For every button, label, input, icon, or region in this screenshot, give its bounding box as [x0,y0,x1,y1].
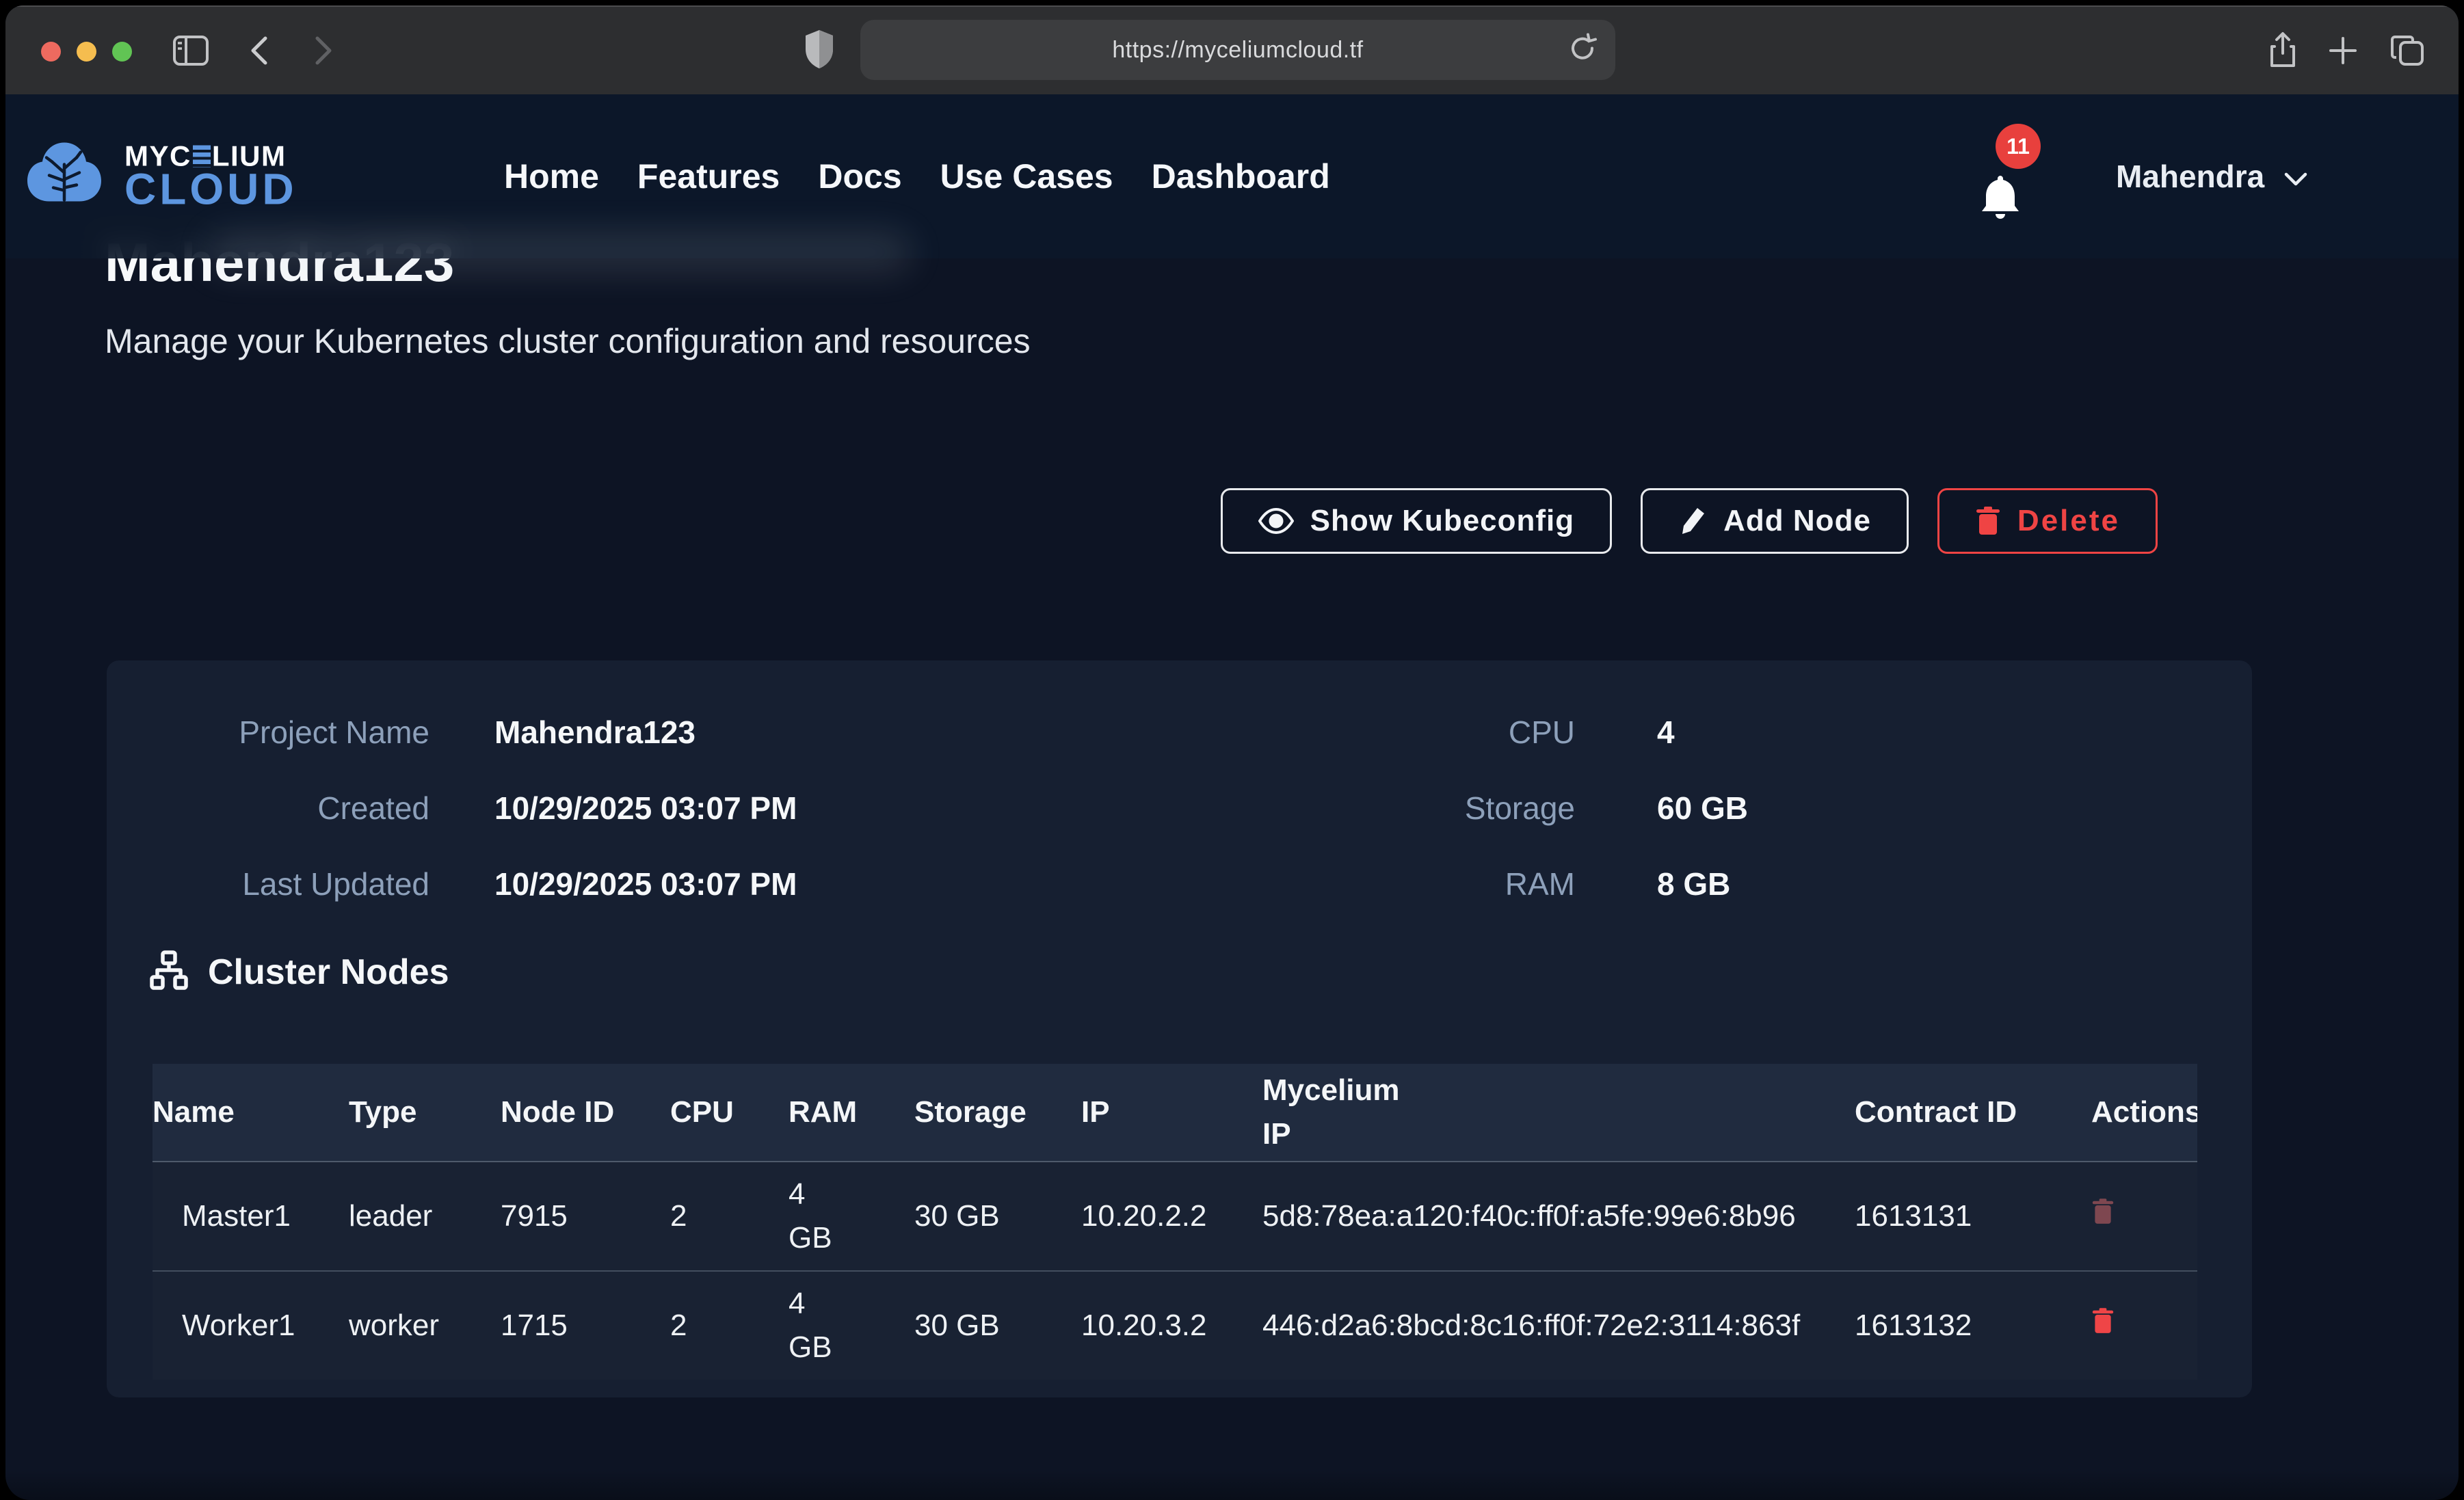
cluster-nodes-table: NameTypeNode IDCPURAMStorageIPMycelium I… [153,1064,2197,1380]
cell-storage: 30 GB [914,1162,1081,1271]
cell-contract-id: 1613131 [1855,1162,2064,1271]
nav-link[interactable]: Features [637,157,780,196]
detail-label: Last Updated [163,866,429,902]
cluster-actions: Show Kubeconfig Add Node [1221,488,2158,554]
cluster-details-left: Project Name Mahendra123 Created 10/29/2… [163,714,797,902]
cell-cpu: 2 [670,1271,789,1380]
user-name: Mahendra [2116,158,2264,195]
cluster-details-right: CPU 4 Storage 60 GB RAM 8 GB [1370,714,1748,902]
column-header: Node ID [501,1064,670,1162]
detail-value: 8 GB [1657,866,1748,902]
bell-icon [1979,213,2022,225]
detail-label: RAM [1370,866,1575,902]
table-row: Worker1 worker 1715 2 4 GB 30 GB 10.20.3… [153,1271,2197,1380]
detail-label: Storage [1370,790,1575,827]
show-kubeconfig-button[interactable]: Show Kubeconfig [1221,488,1613,554]
table-body: Master1 leader 7915 2 4 GB 30 GB 10.20.2… [153,1162,2197,1380]
cell-node-id: 7915 [501,1162,670,1271]
detail-value: Mahendra123 [494,714,797,751]
column-header: Type [349,1064,501,1162]
logo-e-bars-icon [193,146,211,168]
delete-label: Delete [2017,504,2120,538]
sitemap-icon [149,950,189,993]
add-node-label: Add Node [1723,504,1871,538]
table-row: Master1 leader 7915 2 4 GB 30 GB 10.20.2… [153,1162,2197,1271]
cell-mycelium-ip: 446:d2a6:8bcd:8c16:ff0f:72e2:3114:863f [1262,1271,1855,1380]
column-header: Actions [2064,1064,2197,1162]
chevron-down-icon [2283,158,2308,195]
table-header-row: NameTypeNode IDCPURAMStorageIPMycelium I… [153,1064,2197,1162]
column-header: Name [153,1064,349,1162]
column-header: IP [1081,1064,1262,1162]
cell-ram: 4 GB [789,1162,914,1271]
trash-icon [1975,506,2001,536]
notifications-button[interactable]: 11 [1979,173,2022,226]
cell-mycelium-ip: 5d8:78ea:a120:f40c:ff0f:a5fe:99e6:8b96 [1262,1162,1855,1271]
detail-label: Project Name [163,714,429,751]
show-kubeconfig-label: Show Kubeconfig [1310,504,1575,538]
cluster-nodes-title: Cluster Nodes [208,952,449,993]
detail-value: 10/29/2025 03:07 PM [494,790,797,827]
detail-value: 10/29/2025 03:07 PM [494,866,797,902]
nav-link[interactable]: Use Cases [940,157,1113,196]
pencil-icon [1678,505,1707,537]
detail-value: 4 [1657,714,1748,751]
cell-name: Worker1 [153,1271,349,1380]
cell-ip: 10.20.3.2 [1081,1271,1262,1380]
cluster-details-card: Project Name Mahendra123 Created 10/29/2… [107,660,2252,1397]
detail-label: Created [163,790,429,827]
delete-cluster-button[interactable]: Delete [1937,488,2158,554]
nav-link[interactable]: Docs [818,157,901,196]
add-node-button[interactable]: Add Node [1641,488,1909,554]
column-header: Contract ID [1855,1064,2064,1162]
column-header: CPU [670,1064,789,1162]
detail-label: CPU [1370,714,1575,751]
cell-node-id: 1715 [501,1271,670,1380]
cloud-logo-icon [26,137,103,216]
column-header: Mycelium IP [1262,1064,1855,1162]
cell-type: worker [349,1271,501,1380]
cell-actions [2064,1162,2197,1271]
nav-links: Home Features Docs Use Cases Dashboard [504,94,1330,258]
column-header: Storage [914,1064,1081,1162]
cell-ram: 4 GB [789,1271,914,1380]
site-navbar: MYCLIUM CLOUD Home Features Docs Use Cases D… [5,94,2459,258]
notification-count-badge: 11 [1996,124,2041,169]
mycelium-cloud-logo[interactable]: MYCLIUM CLOUD [26,137,297,216]
eye-icon [1258,507,1294,535]
user-menu[interactable]: Mahendra [2116,94,2308,258]
delete-node-button[interactable] [2091,1307,2115,1335]
cell-ip: 10.20.2.2 [1081,1162,1262,1271]
delete-node-button[interactable] [2091,1197,2115,1226]
cell-cpu: 2 [670,1162,789,1271]
wordmark-cloud: CLOUD [124,165,297,214]
cell-contract-id: 1613132 [1855,1271,2064,1380]
logo-wordmark: MYCLIUM CLOUD [124,143,297,210]
page-subtitle: Manage your Kubernetes cluster configura… [105,321,1031,361]
cell-name: Master1 [153,1162,349,1271]
browser-window: https://myceliumcloud.tf Ma [5,5,2459,1500]
cell-type: leader [349,1162,501,1271]
nav-link[interactable]: Home [504,157,599,196]
detail-value: 60 GB [1657,790,1748,827]
cluster-nodes-header: Cluster Nodes [149,950,449,993]
cell-actions [2064,1271,2197,1380]
column-header: RAM [789,1064,914,1162]
cell-storage: 30 GB [914,1271,1081,1380]
nav-link[interactable]: Dashboard [1152,157,1330,196]
